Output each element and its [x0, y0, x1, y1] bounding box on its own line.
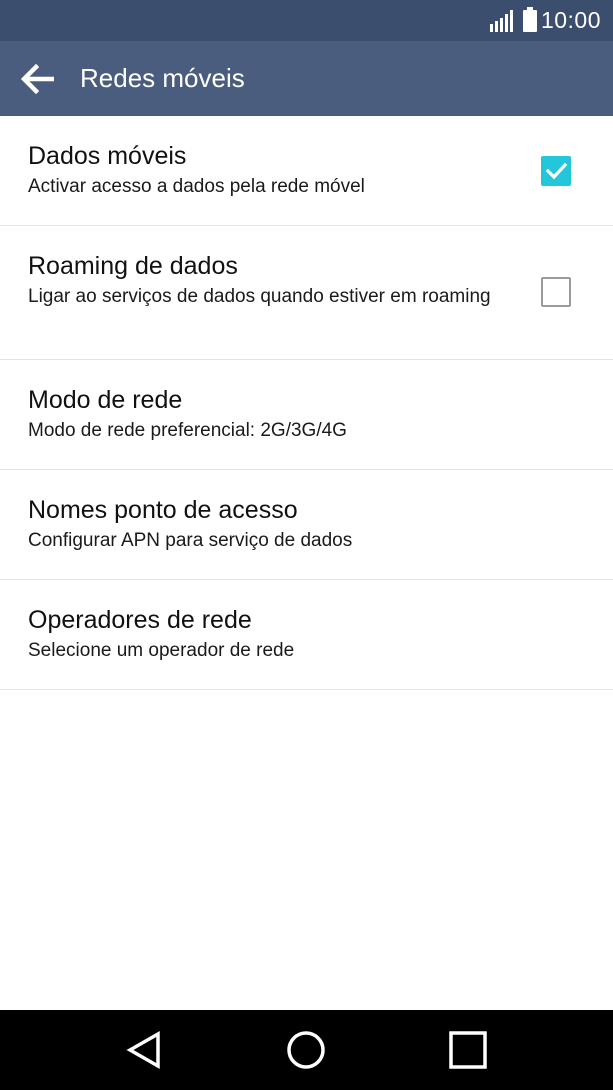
page-title: Redes móveis — [80, 63, 245, 93]
setting-subtitle: Modo de rede preferencial: 2G/3G/4G — [28, 420, 347, 441]
setting-title: Nomes ponto de acesso — [28, 496, 298, 524]
app-bar: Redes móveis — [0, 41, 613, 116]
nav-back-button[interactable] — [122, 1028, 166, 1072]
status-clock: 10:00 — [540, 7, 601, 33]
setting-access-point-names[interactable]: Nomes ponto de acesso Configurar APN par… — [0, 470, 613, 580]
setting-network-mode[interactable]: Modo de rede Modo de rede preferencial: … — [0, 360, 613, 470]
setting-subtitle: Configurar APN para serviço de dados — [28, 530, 353, 551]
checkmark-icon — [545, 162, 568, 180]
battery-icon — [522, 6, 537, 32]
back-button[interactable] — [19, 60, 57, 98]
navigation-bar — [0, 1010, 613, 1090]
setting-network-operators[interactable]: Operadores de rede Selecione um operador… — [0, 580, 613, 690]
setting-title: Operadores de rede — [28, 606, 252, 634]
data-roaming-checkbox[interactable] — [541, 277, 571, 307]
status-icons: 10:00 — [488, 0, 601, 41]
setting-title: Dados móveis — [28, 142, 187, 170]
mobile-data-checkbox[interactable] — [541, 156, 571, 186]
setting-subtitle: Ligar ao serviços de dados quando estive… — [28, 286, 491, 307]
circle-home-icon — [287, 1031, 325, 1069]
square-recents-icon — [449, 1031, 487, 1069]
arrow-left-icon — [21, 63, 54, 94]
nav-home-button[interactable] — [284, 1028, 328, 1072]
setting-subtitle: Activar acesso a dados pela rede móvel — [28, 176, 365, 197]
setting-title: Modo de rede — [28, 386, 183, 414]
setting-title: Roaming de dados — [28, 252, 238, 280]
screen: 10:00 Redes móveis Dados móveis Activar … — [0, 0, 613, 1090]
signal-icon — [488, 9, 513, 32]
status-bar: 10:00 — [0, 0, 613, 41]
nav-recents-button[interactable] — [446, 1028, 490, 1072]
setting-mobile-data[interactable]: Dados móveis Activar acesso a dados pela… — [0, 116, 613, 226]
settings-list: Dados móveis Activar acesso a dados pela… — [0, 116, 613, 690]
setting-data-roaming[interactable]: Roaming de dados Ligar ao serviços de da… — [0, 226, 613, 360]
triangle-back-icon — [126, 1030, 160, 1070]
setting-subtitle: Selecione um operador de rede — [28, 640, 295, 661]
